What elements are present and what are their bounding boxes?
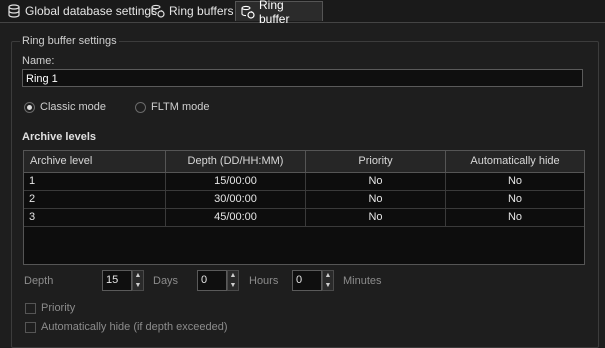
- fltm-mode-label: FLTM mode: [151, 101, 210, 113]
- minutes-stepper[interactable]: 0 ▲ ▼: [292, 270, 334, 291]
- table-row[interactable]: 1 15/00:00 No No: [24, 173, 584, 191]
- depth-cell: 45/00:00: [166, 209, 306, 226]
- column-header-priority[interactable]: Priority: [306, 151, 446, 172]
- priority-cell: No: [306, 191, 446, 208]
- priority-cell: No: [306, 173, 446, 190]
- decrement-icon[interactable]: ▼: [133, 281, 143, 291]
- automatically-hide-cell: No: [507, 175, 523, 187]
- depth-cell: 15/00:00: [166, 173, 306, 190]
- archive-level-cell: 1: [24, 173, 166, 190]
- days-label: Days: [153, 275, 179, 287]
- decrement-icon[interactable]: ▼: [323, 281, 333, 291]
- tab-bar: Global database settings Ring buffers Ri…: [0, 0, 605, 26]
- days-stepper[interactable]: 15 ▲ ▼: [102, 270, 144, 291]
- priority-checkbox-label: Priority: [41, 302, 76, 314]
- archive-levels-title: Archive levels: [22, 131, 96, 143]
- hours-input[interactable]: 0: [197, 270, 227, 291]
- minutes-label: Minutes: [343, 275, 382, 287]
- archive-level-cell: 2: [24, 191, 166, 208]
- priority-checkbox[interactable]: [25, 303, 36, 314]
- tab-label: Global database settings: [25, 4, 158, 18]
- automatically-hide-cell: No: [507, 193, 523, 205]
- days-spin-arrows[interactable]: ▲ ▼: [132, 270, 144, 291]
- name-label: Name:: [22, 55, 55, 67]
- column-header-archive-level[interactable]: Archive level: [24, 151, 166, 172]
- hours-label: Hours: [249, 275, 279, 287]
- minutes-input[interactable]: 0: [292, 270, 322, 291]
- name-input[interactable]: Ring 1: [22, 69, 583, 87]
- fltm-mode-radio[interactable]: [135, 102, 146, 113]
- archive-level-cell: 3: [24, 209, 166, 226]
- increment-icon[interactable]: ▲: [228, 271, 238, 281]
- priority-cell: No: [306, 209, 446, 226]
- archive-levels-table: Archive level Depth (DD/HH:MM) Priority …: [23, 150, 585, 265]
- increment-icon[interactable]: ▲: [323, 271, 333, 281]
- classic-mode-label: Classic mode: [40, 101, 107, 113]
- tab-label: Ring buffers: [169, 4, 234, 18]
- hours-stepper[interactable]: 0 ▲ ▼: [197, 270, 239, 291]
- column-header-depth[interactable]: Depth (DD/HH:MM): [166, 151, 306, 172]
- days-input[interactable]: 15: [102, 270, 132, 291]
- table-row[interactable]: 2 30/00:00 No No: [24, 191, 584, 209]
- classic-mode-radio[interactable]: [24, 102, 35, 113]
- tab-label: Ring buffer: [259, 0, 290, 26]
- table-header: Archive level Depth (DD/HH:MM) Priority …: [24, 151, 584, 173]
- depth-label: Depth: [24, 275, 54, 287]
- ring-buffer-icon: [241, 5, 255, 19]
- increment-icon[interactable]: ▲: [133, 271, 143, 281]
- tab-global-database-settings[interactable]: Global database settings: [2, 1, 162, 21]
- hours-spin-arrows[interactable]: ▲ ▼: [227, 270, 239, 291]
- depth-cell: 30/00:00: [166, 191, 306, 208]
- table-row[interactable]: 3 45/00:00 No No: [24, 209, 584, 227]
- automatically-hide-cell: No: [507, 211, 523, 223]
- ring-buffer-icon: [151, 4, 165, 18]
- minutes-spin-arrows[interactable]: ▲ ▼: [322, 270, 334, 291]
- decrement-icon[interactable]: ▼: [228, 281, 238, 291]
- database-icon: [7, 4, 21, 18]
- column-header-automatically-hide[interactable]: Automatically hide: [446, 151, 584, 172]
- autohide-checkbox-label: Automatically hide (if depth exceeded): [41, 321, 228, 333]
- autohide-checkbox[interactable]: [25, 322, 36, 333]
- tab-ring-buffers[interactable]: Ring buffers: [146, 1, 238, 21]
- group-title: Ring buffer settings: [20, 35, 119, 47]
- tab-ring-buffer[interactable]: Ring buffer: [235, 0, 323, 26]
